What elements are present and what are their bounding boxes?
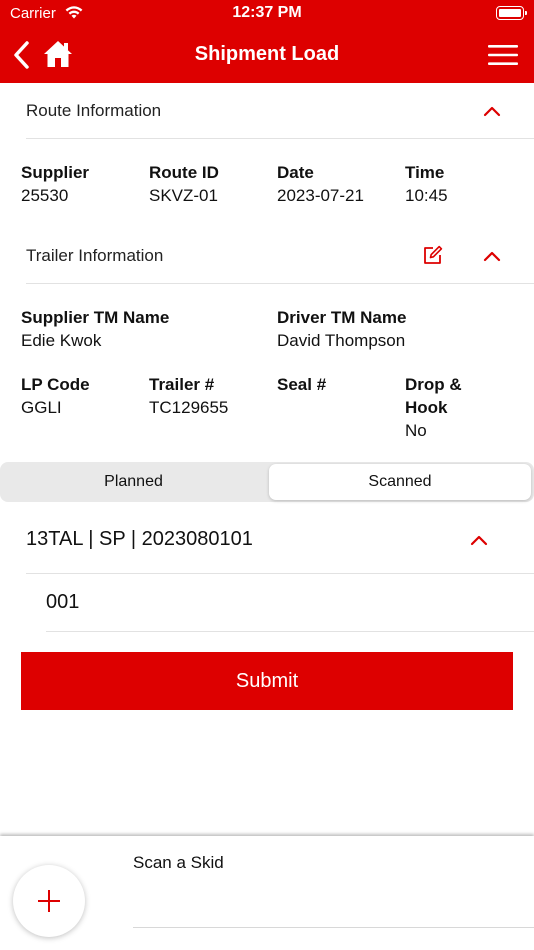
planned-scanned-toggle: Planned Scanned <box>0 462 534 502</box>
supplier-field: Supplier 25530 <box>21 161 89 207</box>
drop-hook-label-line1: Drop & <box>405 375 462 394</box>
time-value: 10:45 <box>405 186 448 205</box>
route-id-label: Route ID <box>149 163 219 182</box>
lp-code-field: LP Code GGLI <box>21 373 90 419</box>
menu-icon[interactable] <box>488 43 518 67</box>
add-button[interactable] <box>13 865 85 937</box>
driver-tm-value: David Thompson <box>277 331 406 350</box>
route-id-value: SKVZ-01 <box>149 186 218 205</box>
lp-code-value: GGLI <box>21 398 62 417</box>
group-label: 13TAL | SP | 2023080101 <box>26 528 253 550</box>
scan-skid-label: Scan a Skid <box>133 853 224 872</box>
drop-hook-label-line2: Hook <box>405 398 448 417</box>
date-value: 2023-07-21 <box>277 186 364 205</box>
trailer-info-header[interactable]: Trailer Information <box>26 228 534 284</box>
route-info-title: Route Information <box>26 101 162 120</box>
seal-no-label: Seal # <box>277 375 327 394</box>
edit-icon[interactable] <box>422 244 444 266</box>
chevron-up-icon[interactable] <box>470 534 488 546</box>
battery-icon <box>496 6 527 20</box>
trailer-no-field: Trailer # TC129655 <box>149 373 228 419</box>
nav-bar: Shipment Load <box>0 28 534 83</box>
trailer-info-title: Trailer Information <box>26 246 164 265</box>
item-label: 001 <box>46 591 80 613</box>
drop-hook-field: Drop & Hook No <box>405 373 462 442</box>
date-label: Date <box>277 163 314 182</box>
seal-no-field: Seal # <box>277 373 326 396</box>
route-info-header[interactable]: Route Information <box>26 83 534 139</box>
time-label: Time <box>405 163 445 182</box>
scanned-group-row[interactable]: 13TAL | SP | 2023080101 <box>26 510 534 574</box>
supplier-tm-value: Edie Kwok <box>21 331 102 350</box>
driver-tm-label: Driver TM Name <box>277 308 407 327</box>
status-time: 12:37 PM <box>232 4 302 21</box>
page-title: Shipment Load <box>194 43 340 65</box>
time-field: Time 10:45 <box>405 161 448 207</box>
trailer-no-label: Trailer # <box>149 375 215 394</box>
plus-icon <box>38 890 60 912</box>
scan-input-underline <box>133 927 534 928</box>
chevron-up-icon[interactable] <box>483 250 501 262</box>
lp-code-label: LP Code <box>21 375 90 394</box>
date-field: Date 2023-07-21 <box>277 161 364 207</box>
tab-scanned[interactable]: Scanned <box>269 464 531 500</box>
submit-button[interactable]: Submit <box>21 652 513 710</box>
supplier-value: 25530 <box>21 186 69 205</box>
chevron-up-icon[interactable] <box>483 105 501 117</box>
driver-tm-field: Driver TM Name David Thompson <box>277 306 406 352</box>
drop-hook-value: No <box>405 421 427 440</box>
supplier-tm-label: Supplier TM Name <box>21 308 170 327</box>
status-bar: Carrier 12:37 PM <box>0 0 534 28</box>
supplier-tm-field: Supplier TM Name Edie Kwok <box>21 306 169 352</box>
route-id-field: Route ID SKVZ-01 <box>149 161 219 207</box>
tab-planned[interactable]: Planned <box>0 464 267 500</box>
trailer-no-value: TC129655 <box>149 398 229 417</box>
list-item[interactable]: 001 <box>46 574 534 632</box>
supplier-label: Supplier <box>21 163 90 182</box>
